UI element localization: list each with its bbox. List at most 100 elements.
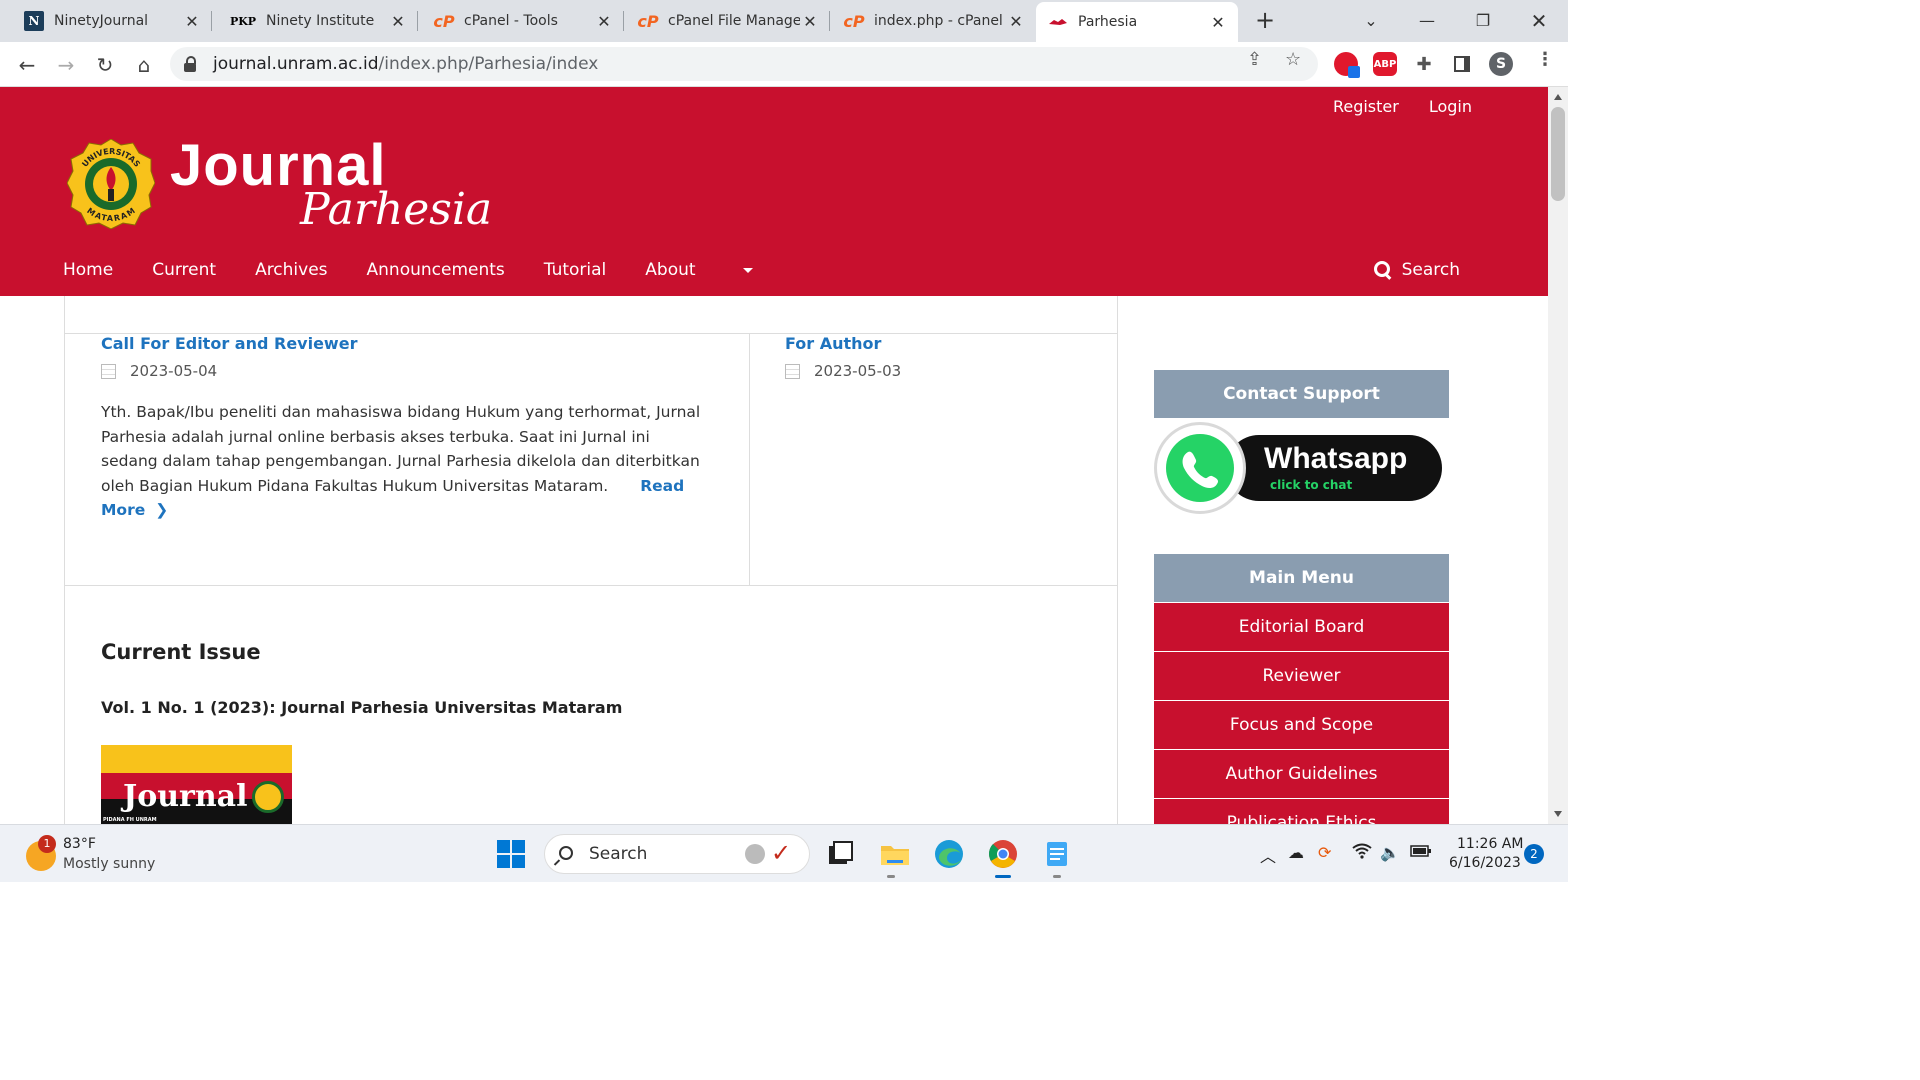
- column-divider: [749, 334, 750, 585]
- pkp-favicon-icon: PKP: [229, 14, 257, 28]
- lock-icon[interactable]: [184, 56, 198, 72]
- browser-tab-strip: N NinetyJournal ✕ PKP Ninety Institute ✕…: [0, 0, 1568, 42]
- menu-item-editorial-board[interactable]: Editorial Board: [1154, 603, 1449, 651]
- close-icon[interactable]: ✕: [1006, 12, 1026, 31]
- clock-date[interactable]: 6/16/2023: [1449, 855, 1521, 871]
- menu-item-author-guidelines[interactable]: Author Guidelines: [1154, 750, 1449, 798]
- cover-seal-icon: [252, 781, 284, 813]
- main-content: Call For Editor and Reviewer 2023-05-04 …: [64, 296, 1118, 824]
- restore-icon[interactable]: ❐: [1463, 6, 1503, 36]
- announcement-title-link[interactable]: Call For Editor and Reviewer: [101, 334, 701, 353]
- calendar-icon: [101, 363, 116, 379]
- tab-label: cPanel File Manager: [668, 13, 800, 29]
- profile-avatar[interactable]: S: [1489, 52, 1513, 76]
- nav-announcements[interactable]: Announcements: [367, 260, 505, 280]
- tab-cpanel-file-manager[interactable]: cP cPanel File Manager ✕: [624, 0, 830, 42]
- divider: [65, 585, 1117, 586]
- nav-current[interactable]: Current: [152, 260, 216, 280]
- file-explorer-icon[interactable]: [879, 838, 911, 870]
- wifi-icon[interactable]: [1352, 843, 1372, 863]
- adblock-plus-icon[interactable]: ABP: [1373, 52, 1397, 76]
- nav-about[interactable]: About: [645, 260, 753, 280]
- main-menu-heading: Main Menu: [1154, 554, 1449, 602]
- side-panel-icon[interactable]: [1450, 52, 1474, 76]
- close-icon[interactable]: ✕: [388, 12, 408, 31]
- register-link[interactable]: Register: [1333, 97, 1399, 116]
- back-arrow-icon[interactable]: ←: [13, 51, 41, 79]
- nav-home[interactable]: Home: [63, 260, 113, 280]
- onedrive-cloud-icon[interactable]: ☁: [1288, 843, 1304, 862]
- battery-icon[interactable]: [1410, 843, 1432, 862]
- windows-start-icon[interactable]: [497, 840, 525, 868]
- site-search-link[interactable]: Search: [1373, 260, 1460, 280]
- whatsapp-icon: [1154, 422, 1246, 514]
- scroll-down-arrow-icon[interactable]: [1554, 811, 1562, 817]
- window-close-icon[interactable]: ✕: [1519, 6, 1559, 36]
- tab-label: Ninety Institute: [266, 13, 375, 29]
- task-view-icon[interactable]: [825, 838, 857, 870]
- cover-band-text: PIDANA FH UNRAM: [103, 817, 157, 823]
- brand-subtitle[interactable]: Parhesia: [300, 184, 492, 235]
- whatsapp-chat-button[interactable]: Whatsapp click to chat: [1154, 422, 1444, 520]
- universitas-mataram-logo[interactable]: UNIVERSITAS MATARAM: [67, 139, 155, 229]
- tab-search-chevron-down-icon[interactable]: ⌄: [1351, 6, 1391, 36]
- main-navigation: Home Current Archives Announcements Tuto…: [63, 260, 792, 280]
- tab-label: Parhesia: [1078, 14, 1138, 30]
- cover-title: Journal: [123, 779, 248, 814]
- bookmark-star-icon[interactable]: ☆: [1285, 49, 1301, 70]
- issue-title-link[interactable]: Vol. 1 No. 1 (2023): Journal Parhesia Un…: [101, 698, 622, 717]
- scroll-up-arrow-icon[interactable]: [1554, 94, 1562, 100]
- taskbar-search-input[interactable]: Search ✓: [544, 834, 810, 874]
- announcement-title-link[interactable]: For Author: [785, 334, 901, 353]
- sync-icon[interactable]: ⟳: [1318, 843, 1331, 862]
- weather-temperature[interactable]: 83°F: [63, 836, 96, 852]
- extensions-puzzle-icon[interactable]: ✚: [1412, 52, 1436, 76]
- menu-item-reviewer[interactable]: Reviewer: [1154, 652, 1449, 700]
- tab-label: NinetyJournal: [54, 13, 149, 29]
- close-icon[interactable]: ✕: [800, 12, 820, 31]
- forward-arrow-icon[interactable]: →: [52, 51, 80, 79]
- menu-item-publication-ethics[interactable]: Publication Ethics: [1154, 799, 1449, 824]
- chevron-right-icon[interactable]: ❯: [155, 501, 168, 519]
- scrollbar-thumb[interactable]: [1551, 107, 1565, 201]
- reload-icon[interactable]: ↻: [91, 51, 119, 79]
- page-scrollbar[interactable]: [1548, 87, 1568, 824]
- ninetyjournal-favicon-icon: N: [24, 11, 44, 31]
- tray-chevron-up-icon[interactable]: ︿: [1260, 843, 1276, 867]
- volume-icon[interactable]: 🔈: [1380, 843, 1400, 862]
- chrome-browser-icon[interactable]: [987, 838, 1019, 870]
- user-links: Register Login: [1333, 97, 1472, 116]
- menu-item-focus-and-scope[interactable]: Focus and Scope: [1154, 701, 1449, 749]
- minimize-icon[interactable]: —: [1407, 6, 1447, 36]
- menu-kebab-icon[interactable]: ⋮: [1536, 49, 1554, 70]
- announcement-card: Call For Editor and Reviewer 2023-05-04 …: [101, 334, 701, 523]
- contact-support-heading: Contact Support: [1154, 370, 1449, 418]
- share-icon[interactable]: ⇪: [1247, 49, 1262, 70]
- announcement-date: 2023-05-04: [101, 362, 701, 380]
- tab-label: cPanel - Tools: [464, 13, 558, 29]
- nav-tutorial[interactable]: Tutorial: [544, 260, 607, 280]
- close-icon[interactable]: ✕: [594, 12, 614, 31]
- notepad-icon[interactable]: [1041, 838, 1073, 870]
- tab-ninetyjournal[interactable]: N NinetyJournal ✕: [0, 0, 212, 42]
- login-link[interactable]: Login: [1429, 97, 1472, 116]
- address-bar[interactable]: journal.unram.ac.id/index.php/Parhesia/i…: [170, 47, 1318, 81]
- nav-archives[interactable]: Archives: [255, 260, 327, 280]
- close-icon[interactable]: ✕: [1208, 13, 1228, 32]
- weather-description[interactable]: Mostly sunny: [63, 856, 155, 872]
- extension-red-icon[interactable]: [1334, 52, 1360, 78]
- tab-ninety-institute[interactable]: PKP Ninety Institute ✕: [212, 0, 418, 42]
- tab-parhesia[interactable]: Parhesia ✕: [1036, 2, 1238, 42]
- url-path: /index.php/Parhesia/index: [378, 54, 599, 74]
- tab-index-php[interactable]: cP index.php - cPanel File Manager ✕: [830, 0, 1036, 42]
- cpanel-favicon-icon: cP: [843, 11, 865, 31]
- edge-browser-icon[interactable]: [933, 838, 965, 870]
- clock-time[interactable]: 11:26 AM: [1457, 836, 1523, 852]
- issue-cover-image[interactable]: Journal PIDANA FH UNRAM: [101, 745, 292, 824]
- home-icon[interactable]: ⌂: [130, 51, 158, 79]
- tab-label: index.php - cPanel File Manager: [874, 13, 1006, 29]
- close-icon[interactable]: ✕: [182, 12, 202, 31]
- new-tab-button[interactable]: +: [1252, 8, 1278, 34]
- tab-cpanel-tools[interactable]: cP cPanel - Tools ✕: [418, 0, 624, 42]
- notification-badge[interactable]: 2: [1524, 844, 1544, 864]
